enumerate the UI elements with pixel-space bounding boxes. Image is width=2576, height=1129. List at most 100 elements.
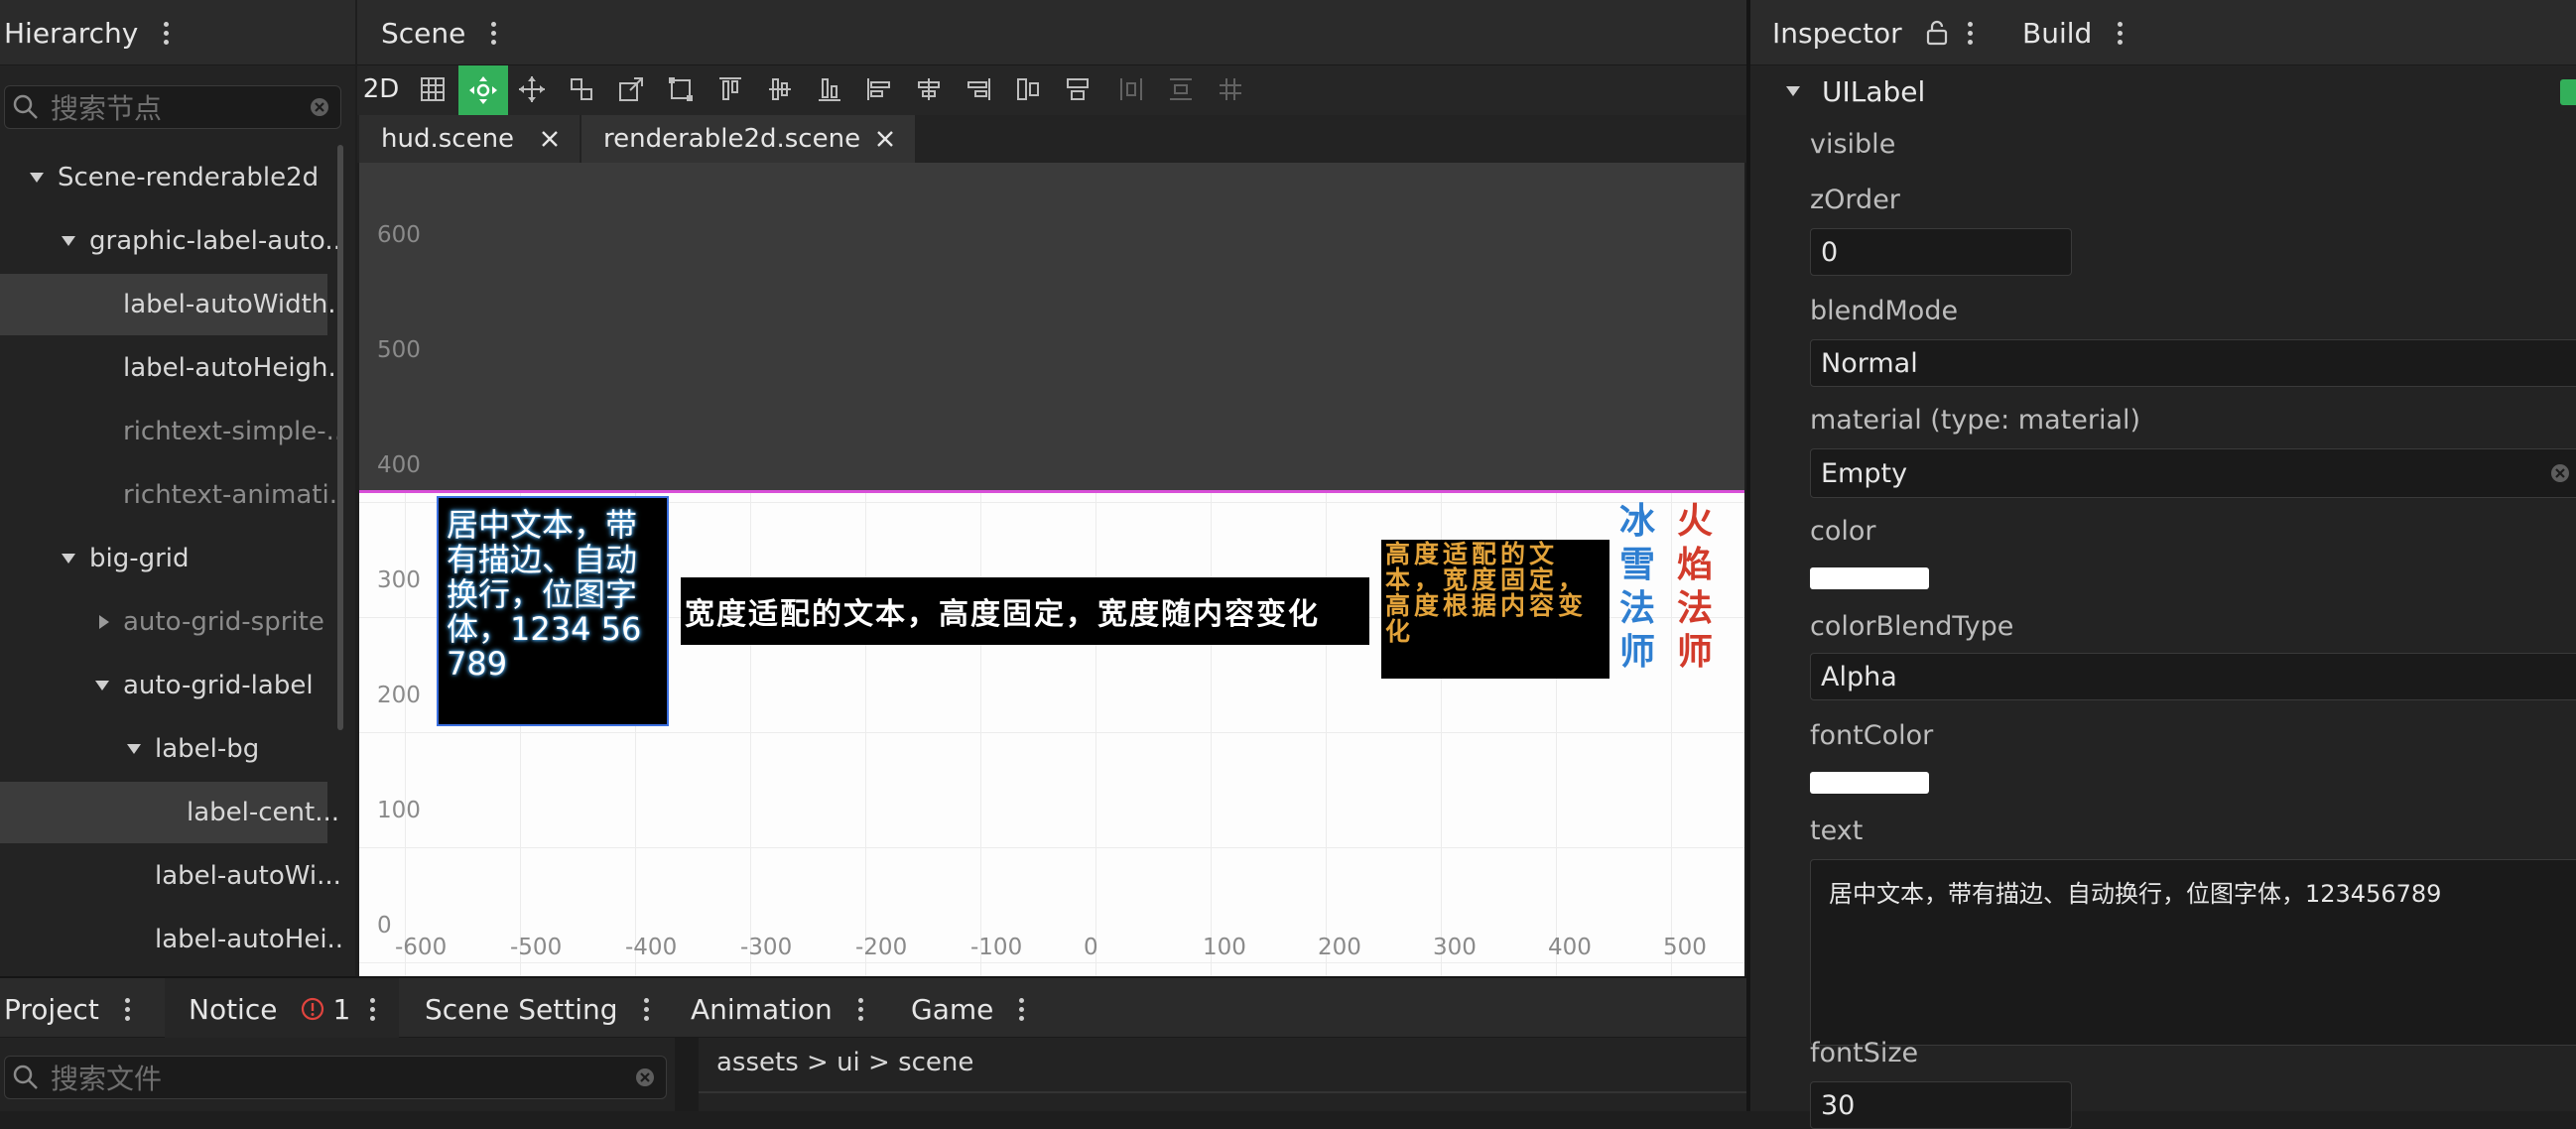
tab-game[interactable]: Game	[911, 978, 1025, 1040]
tree-node-label: label-autoWidth...	[123, 290, 341, 319]
tree-node-big-grid[interactable]: big-grid	[0, 528, 327, 589]
tab-scene[interactable]: Scene	[381, 0, 497, 65]
project-divider[interactable]	[675, 1038, 699, 1111]
hierarchy-scrollbar[interactable]	[337, 145, 343, 730]
project-search-field[interactable]: 搜索文件	[4, 1056, 667, 1099]
x-tick: -200	[855, 935, 908, 960]
expand-icon[interactable]	[1786, 86, 1800, 96]
align-right-icon[interactable]	[959, 69, 998, 109]
expand-icon[interactable]	[30, 173, 44, 183]
tree-node-label: label-cent...	[187, 798, 340, 827]
rect-tool-icon[interactable]	[661, 69, 701, 109]
tree-node-scene-root[interactable]: Scene-renderable2d	[0, 147, 327, 208]
fontsize-input[interactable]: 30	[1810, 1081, 2072, 1129]
align-top-icon[interactable]	[710, 69, 750, 109]
close-icon[interactable]	[540, 129, 560, 149]
clear-icon[interactable]	[2549, 462, 2571, 484]
blendmode-select[interactable]: Normal	[1810, 339, 2576, 387]
y-tick: 0	[377, 913, 392, 939]
clear-icon[interactable]	[634, 1066, 656, 1088]
tab-build[interactable]: Build	[2022, 0, 2124, 65]
tab-notice[interactable]: Notice 1	[189, 978, 376, 1040]
scene-setting-menu-icon[interactable]	[643, 994, 650, 1025]
prop-text-label: text	[1810, 815, 1864, 846]
scene-header: Scene	[357, 0, 1746, 65]
uilabel-component-header[interactable]: UILabel	[1786, 71, 2540, 111]
build-title: Build	[2022, 16, 2093, 50]
tree-node-label-autowidth-2[interactable]: label-autoWi...	[0, 845, 341, 907]
mode-2d-button[interactable]: 2D	[361, 69, 401, 109]
tree-node-graphic-label[interactable]: graphic-label-auto...	[0, 210, 341, 272]
x-tick: -300	[740, 935, 793, 960]
move-tool-icon[interactable]	[458, 65, 508, 115]
distribute-v-icon[interactable]	[1058, 69, 1097, 109]
expand-icon[interactable]	[95, 681, 109, 690]
label-autowidth-node[interactable]: 宽度适配的文本，高度固定，宽度随内容变化	[681, 577, 1369, 645]
tree-node-label-center[interactable]: label-cent...	[0, 782, 339, 843]
animation-menu-icon[interactable]	[857, 994, 864, 1025]
tab-hud-scene[interactable]: hud.scene	[359, 115, 580, 163]
ice-mage-label[interactable]: 冰雪法师	[1619, 500, 1659, 675]
collapse-icon[interactable]	[99, 615, 109, 629]
x-tick: -500	[510, 935, 563, 960]
warning-icon	[302, 997, 324, 1021]
build-menu-icon[interactable]	[2118, 18, 2124, 49]
colorblendtype-select[interactable]: Alpha	[1810, 653, 2576, 700]
clear-icon[interactable]	[309, 96, 330, 118]
notice-menu-icon[interactable]	[370, 994, 376, 1025]
tree-node-richtext-simple[interactable]: richtext-simple-...	[0, 401, 341, 462]
tab-animation[interactable]: Animation	[691, 978, 864, 1040]
scene-menu-icon[interactable]	[491, 18, 497, 49]
expand-icon[interactable]	[127, 744, 141, 754]
text-textarea[interactable]: 居中文本，带有描边、自动换行，位图字体，123456789	[1810, 859, 2576, 1046]
prop-fontcolor-label: fontColor	[1810, 720, 1934, 751]
tree-node-label-bg[interactable]: label-bg	[0, 718, 327, 780]
label-center-node[interactable]: 居中文本，带有描边、自动换行，位图字体，1234 56789	[437, 496, 669, 726]
material-field[interactable]: Empty	[1810, 448, 2576, 498]
tab-label: Animation	[691, 992, 833, 1026]
translate-icon[interactable]	[512, 69, 552, 109]
tree-node-label-autoheight-2[interactable]: label-autoHei...	[0, 909, 341, 970]
color-swatch[interactable]	[1810, 567, 1929, 589]
tab-scene-setting[interactable]: Scene Setting	[425, 978, 650, 1040]
grid-icon[interactable]	[413, 69, 452, 109]
close-icon[interactable]	[875, 129, 895, 149]
project-menu-icon[interactable]	[124, 994, 131, 1025]
y-tick: 300	[377, 567, 421, 593]
align-vcenter-icon[interactable]	[760, 69, 800, 109]
align-hcenter-icon[interactable]	[909, 69, 949, 109]
zorder-input[interactable]: 0	[1810, 228, 2072, 276]
expand-icon[interactable]	[62, 236, 75, 246]
tab-hierarchy[interactable]: Hierarchy	[4, 0, 170, 65]
label-autoheight-node[interactable]: 高度适配的文本，宽度固定，高度根据内容变化	[1381, 540, 1610, 679]
tab-label: Notice	[189, 992, 278, 1026]
tree-node-richtext-animation[interactable]: richtext-animati...	[0, 464, 341, 526]
hierarchy-search-field[interactable]: 搜索节点	[4, 85, 341, 129]
distribute-h-icon[interactable]	[1008, 69, 1048, 109]
scale-icon[interactable]	[611, 69, 651, 109]
tab-renderable2d-scene[interactable]: renderable2d.scene	[581, 115, 915, 163]
lock-icon[interactable]	[1924, 20, 1950, 46]
hierarchy-header: Hierarchy	[0, 0, 355, 65]
rotate-icon[interactable]	[562, 69, 601, 109]
game-menu-icon[interactable]	[1019, 994, 1025, 1025]
align-bottom-icon[interactable]	[810, 69, 849, 109]
tree-node-label-autoheight[interactable]: label-autoHeigh...	[0, 337, 341, 399]
y-tick: 500	[377, 337, 421, 363]
x-tick: -600	[395, 935, 448, 960]
tree-node-auto-grid-sprite[interactable]: auto-grid-sprite	[0, 591, 327, 653]
hierarchy-tree: Scene-renderable2d graphic-label-auto...…	[0, 137, 341, 976]
component-enabled-checkbox[interactable]	[2560, 79, 2576, 105]
hierarchy-menu-icon[interactable]	[164, 18, 170, 49]
expand-icon[interactable]	[62, 554, 75, 564]
tree-node-auto-grid-label[interactable]: auto-grid-label	[0, 655, 327, 716]
prop-material-label: material (type: material)	[1810, 405, 2141, 436]
inspector-menu-icon[interactable]	[1967, 18, 1974, 49]
tab-inspector[interactable]: Inspector	[1772, 0, 1974, 65]
tree-node-label-autowidth[interactable]: label-autoWidth...	[0, 274, 341, 335]
align-left-icon[interactable]	[859, 69, 899, 109]
fontcolor-swatch[interactable]	[1810, 772, 1929, 794]
x-tick: 500	[1663, 935, 1707, 960]
tab-project[interactable]: Project	[4, 978, 131, 1040]
fire-mage-label[interactable]: 火焰法师	[1677, 500, 1717, 675]
